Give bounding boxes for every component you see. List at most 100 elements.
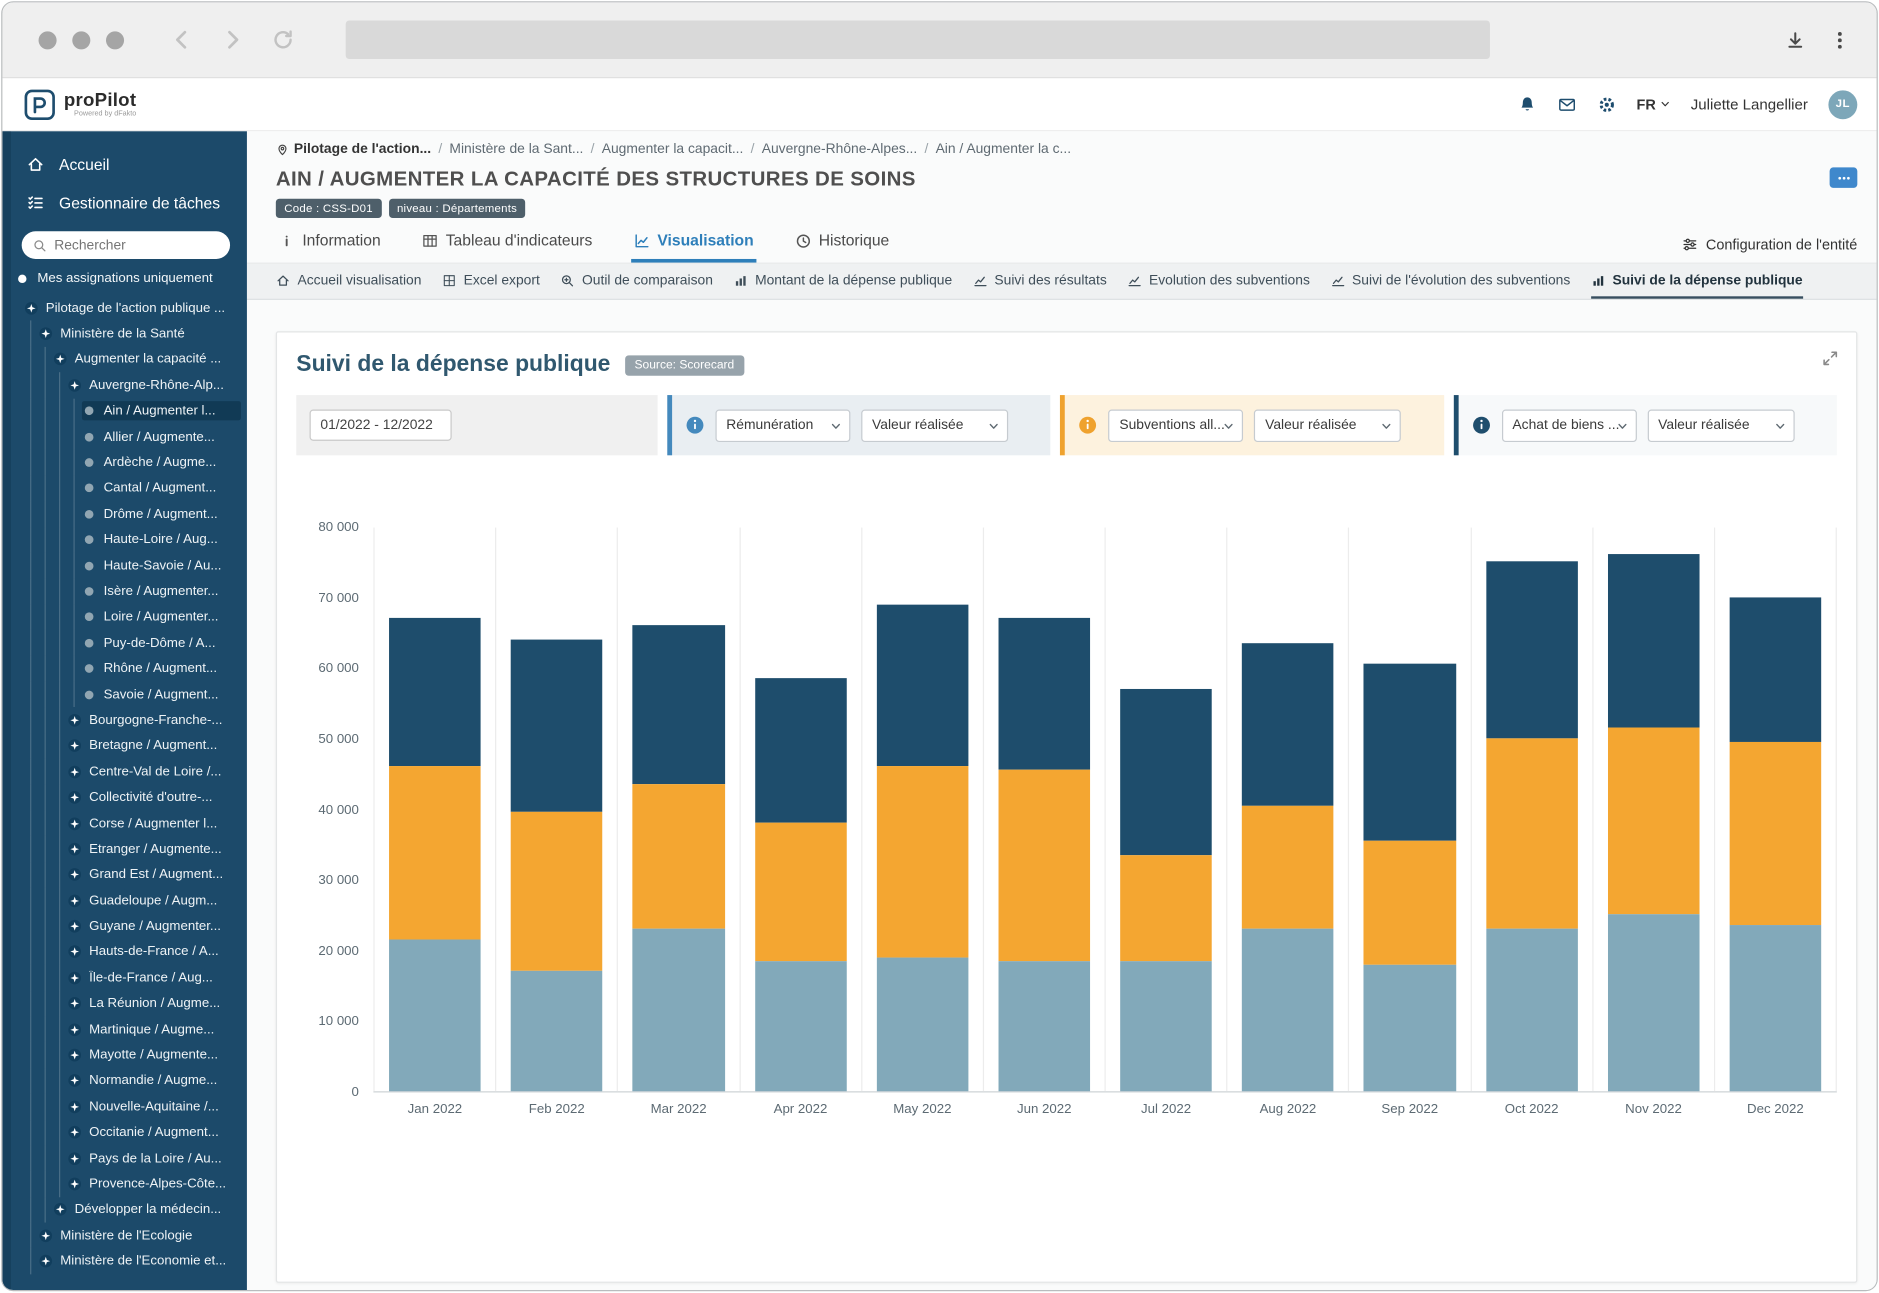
- tree-item-augmenter-la-capacit[interactable]: Augmenter la capacité ...: [2, 347, 247, 373]
- tree-item-inner: La Réunion / Augme...: [67, 994, 240, 1013]
- value-type-select[interactable]: Valeur réalisée: [1254, 409, 1401, 442]
- subtab-montant-de-la-d-pense-publique[interactable]: Montant de la dépense publique: [733, 264, 952, 299]
- tree-item-loire-augmenter[interactable]: Loire / Augmenter...: [2, 604, 247, 630]
- tree-item-minist-re-de-l-economie-et[interactable]: Ministère de l'Economie et...: [2, 1248, 247, 1274]
- subtab-outil-de-comparaison[interactable]: Outil de comparaison: [560, 264, 713, 299]
- tree-item-minist-re-de-la-sant[interactable]: Ministère de la Santé: [2, 321, 247, 347]
- search-input[interactable]: [22, 231, 230, 259]
- metric-select[interactable]: Achat de biens ...: [1502, 409, 1637, 442]
- subtab-suivi-de-la-d-pense-publique[interactable]: Suivi de la dépense publique: [1591, 264, 1803, 299]
- tree-item-puy-de-d-me-a[interactable]: Puy-de-Dôme / A...: [2, 630, 247, 656]
- tab-information[interactable]: Information: [276, 226, 383, 262]
- tree-item-corse-augmenter-l[interactable]: Corse / Augmenter l...: [2, 810, 247, 836]
- breadcrumb-item[interactable]: Ministère de la Sant...: [449, 142, 583, 156]
- tree-item-provence-alpes-c-te[interactable]: Provence-Alpes-Côte...: [2, 1171, 247, 1197]
- tree-item-hauts-de-france-a[interactable]: Hauts-de-France / A...: [2, 939, 247, 965]
- window-control-dot[interactable]: [72, 31, 90, 49]
- tree-item-pays-de-la-loire-au[interactable]: Pays de la Loire / Au...: [2, 1145, 247, 1171]
- tree-item-haute-savoie-au[interactable]: Haute-Savoie / Au...: [2, 553, 247, 579]
- tab-tableau-d-indicateurs[interactable]: Tableau d'indicateurs: [419, 226, 595, 262]
- tree-item-cantal-augment[interactable]: Cantal / Augment...: [2, 475, 247, 501]
- tree-item-d-velopper-la-m-decin[interactable]: Développer la médecin...: [2, 1197, 247, 1223]
- tree-item-ard-che-augme[interactable]: Ardèche / Augme...: [2, 450, 247, 476]
- tree-item-savoie-augment[interactable]: Savoie / Augment...: [2, 682, 247, 708]
- tree-item-label: Bourgogne-Franche-...: [89, 713, 222, 727]
- subtab-suivi-de-l-volution-des-subventions[interactable]: Suivi de l'évolution des subventions: [1330, 264, 1570, 299]
- tree-item-bretagne-augment[interactable]: Bretagne / Augment...: [2, 733, 247, 759]
- sidebar-item-home[interactable]: Accueil: [2, 145, 247, 184]
- download-icon[interactable]: [1785, 30, 1805, 50]
- tree-item-inner: Hauts-de-France / A...: [67, 942, 240, 961]
- forward-icon[interactable]: [220, 28, 244, 52]
- metric-select[interactable]: Subventions all...: [1109, 409, 1244, 442]
- breadcrumb-item[interactable]: Ain / Augmenter la c...: [936, 142, 1072, 156]
- tab-visualisation[interactable]: Visualisation: [631, 226, 756, 262]
- tree-item-pilotage-de-l-action-publique[interactable]: Pilotage de l'action publique ...: [2, 295, 247, 321]
- tree-guide-line: [59, 604, 60, 630]
- tree-item-label: Auvergne-Rhône-Alp...: [89, 378, 224, 392]
- value-type-select[interactable]: Valeur réalisée: [1647, 409, 1794, 442]
- tree-item-auvergne-rh-ne-alp[interactable]: Auvergne-Rhône-Alp...: [2, 372, 247, 398]
- tree-item-etranger-augmente[interactable]: Etranger / Augmente...: [2, 836, 247, 862]
- back-icon[interactable]: [170, 28, 194, 52]
- tree-item-guyane-augmenter[interactable]: Guyane / Augmenter...: [2, 913, 247, 939]
- sidebar-home-label: Accueil: [59, 155, 109, 173]
- breadcrumb-item[interactable]: Auvergne-Rhône-Alpes...: [762, 142, 918, 156]
- tree-item-haute-loire-aug[interactable]: Haute-Loire / Aug...: [2, 527, 247, 553]
- url-input[interactable]: [346, 20, 1490, 59]
- tree-guide-line: [30, 347, 31, 373]
- tree-item-inner: Guadeloupe / Augm...: [67, 891, 240, 910]
- tree-item-is-re-augmenter[interactable]: Isère / Augmenter...: [2, 579, 247, 605]
- window-control-dot[interactable]: [106, 31, 124, 49]
- language-selector[interactable]: FR: [1637, 96, 1671, 113]
- user-name[interactable]: Juliette Langellier: [1691, 96, 1808, 113]
- tree-item-dr-me-augment[interactable]: Drôme / Augment...: [2, 501, 247, 527]
- tree-item-centre-val-de-loire[interactable]: Centre-Val de Loire /...: [2, 759, 247, 785]
- app-logo[interactable]: proPilot Powered by dFakto: [24, 89, 136, 120]
- date-range-input[interactable]: [310, 410, 452, 441]
- tree-item-bourgogne-franche[interactable]: Bourgogne-Franche-...: [2, 707, 247, 733]
- tree-item-label: Bretagne / Augment...: [89, 739, 217, 753]
- browser-menu-icon[interactable]: [1830, 30, 1850, 50]
- tree-item-allier-augmente[interactable]: Allier / Augmente...: [2, 424, 247, 450]
- subtab-accueil-visualisation[interactable]: Accueil visualisation: [276, 264, 422, 299]
- value-type-select[interactable]: Valeur réalisée: [861, 409, 1008, 442]
- sliders-icon: [1682, 236, 1699, 253]
- tree-item-minist-re-de-l-ecologie[interactable]: Ministère de l'Ecologie: [2, 1223, 247, 1249]
- tree-item-grand-est-augment[interactable]: Grand Est / Augment...: [2, 862, 247, 888]
- subtab-suivi-des-r-sultats[interactable]: Suivi des résultats: [973, 264, 1107, 299]
- page-actions-button[interactable]: [1830, 167, 1858, 187]
- tree-item-occitanie-augment[interactable]: Occitanie / Augment...: [2, 1120, 247, 1146]
- tree-item-guadeloupe-augm[interactable]: Guadeloupe / Augm...: [2, 888, 247, 914]
- tree-item-mayotte-augmente[interactable]: Mayotte / Augmente...: [2, 1042, 247, 1068]
- tree-item-rh-ne-augment[interactable]: Rhône / Augment...: [2, 656, 247, 682]
- breadcrumb-item[interactable]: Pilotage de l'action...: [276, 142, 431, 156]
- tree-item-nouvelle-aquitaine[interactable]: Nouvelle-Aquitaine /...: [2, 1094, 247, 1120]
- tree-item-le-de-france-aug[interactable]: Île-de-France / Aug...: [2, 965, 247, 991]
- window-control-dot[interactable]: [39, 31, 57, 49]
- notifications-bell-icon[interactable]: [1517, 95, 1536, 114]
- breadcrumb-item[interactable]: Augmenter la capacit...: [602, 142, 744, 156]
- tree-item-collectivit-d-outre[interactable]: Collectivité d'outre-...: [2, 785, 247, 811]
- tree-item-martinique-augme[interactable]: Martinique / Augme...: [2, 1017, 247, 1043]
- configure-entity-button[interactable]: Configuration de l'entité: [1682, 236, 1858, 262]
- messages-envelope-icon[interactable]: [1557, 95, 1576, 114]
- subtab-evolution-des-subventions[interactable]: Evolution des subventions: [1127, 264, 1310, 299]
- metric-select[interactable]: Rémunération: [715, 409, 850, 442]
- settings-gear-icon[interactable]: [1597, 95, 1616, 114]
- series-info-icon: [1471, 416, 1490, 435]
- refresh-icon[interactable]: [271, 28, 295, 52]
- avatar[interactable]: JL: [1828, 90, 1857, 119]
- assignments-filter[interactable]: Mes assignations uniquement: [2, 271, 247, 285]
- chart-plot-area: Jan 2022Feb 2022Mar 2022Apr 2022May 2022…: [373, 528, 1836, 1093]
- sidebar-item-task-manager[interactable]: Gestionnaire de tâches: [2, 183, 247, 222]
- tree-item-la-r-union-augme[interactable]: La Réunion / Augme...: [2, 991, 247, 1017]
- subtab-excel-export[interactable]: Excel export: [442, 264, 540, 299]
- tree-guide-line: [45, 1145, 46, 1171]
- series-filter-box-1: Rémunération Valeur réalisée: [667, 395, 1050, 455]
- tab-historique[interactable]: Historique: [792, 226, 891, 262]
- tree-guide-line: [45, 579, 46, 605]
- tree-item-ain-augmenter-l[interactable]: Ain / Augmenter l...: [2, 398, 247, 424]
- tree-item-normandie-augme[interactable]: Normandie / Augme...: [2, 1068, 247, 1094]
- expand-chart-icon[interactable]: [1821, 349, 1839, 367]
